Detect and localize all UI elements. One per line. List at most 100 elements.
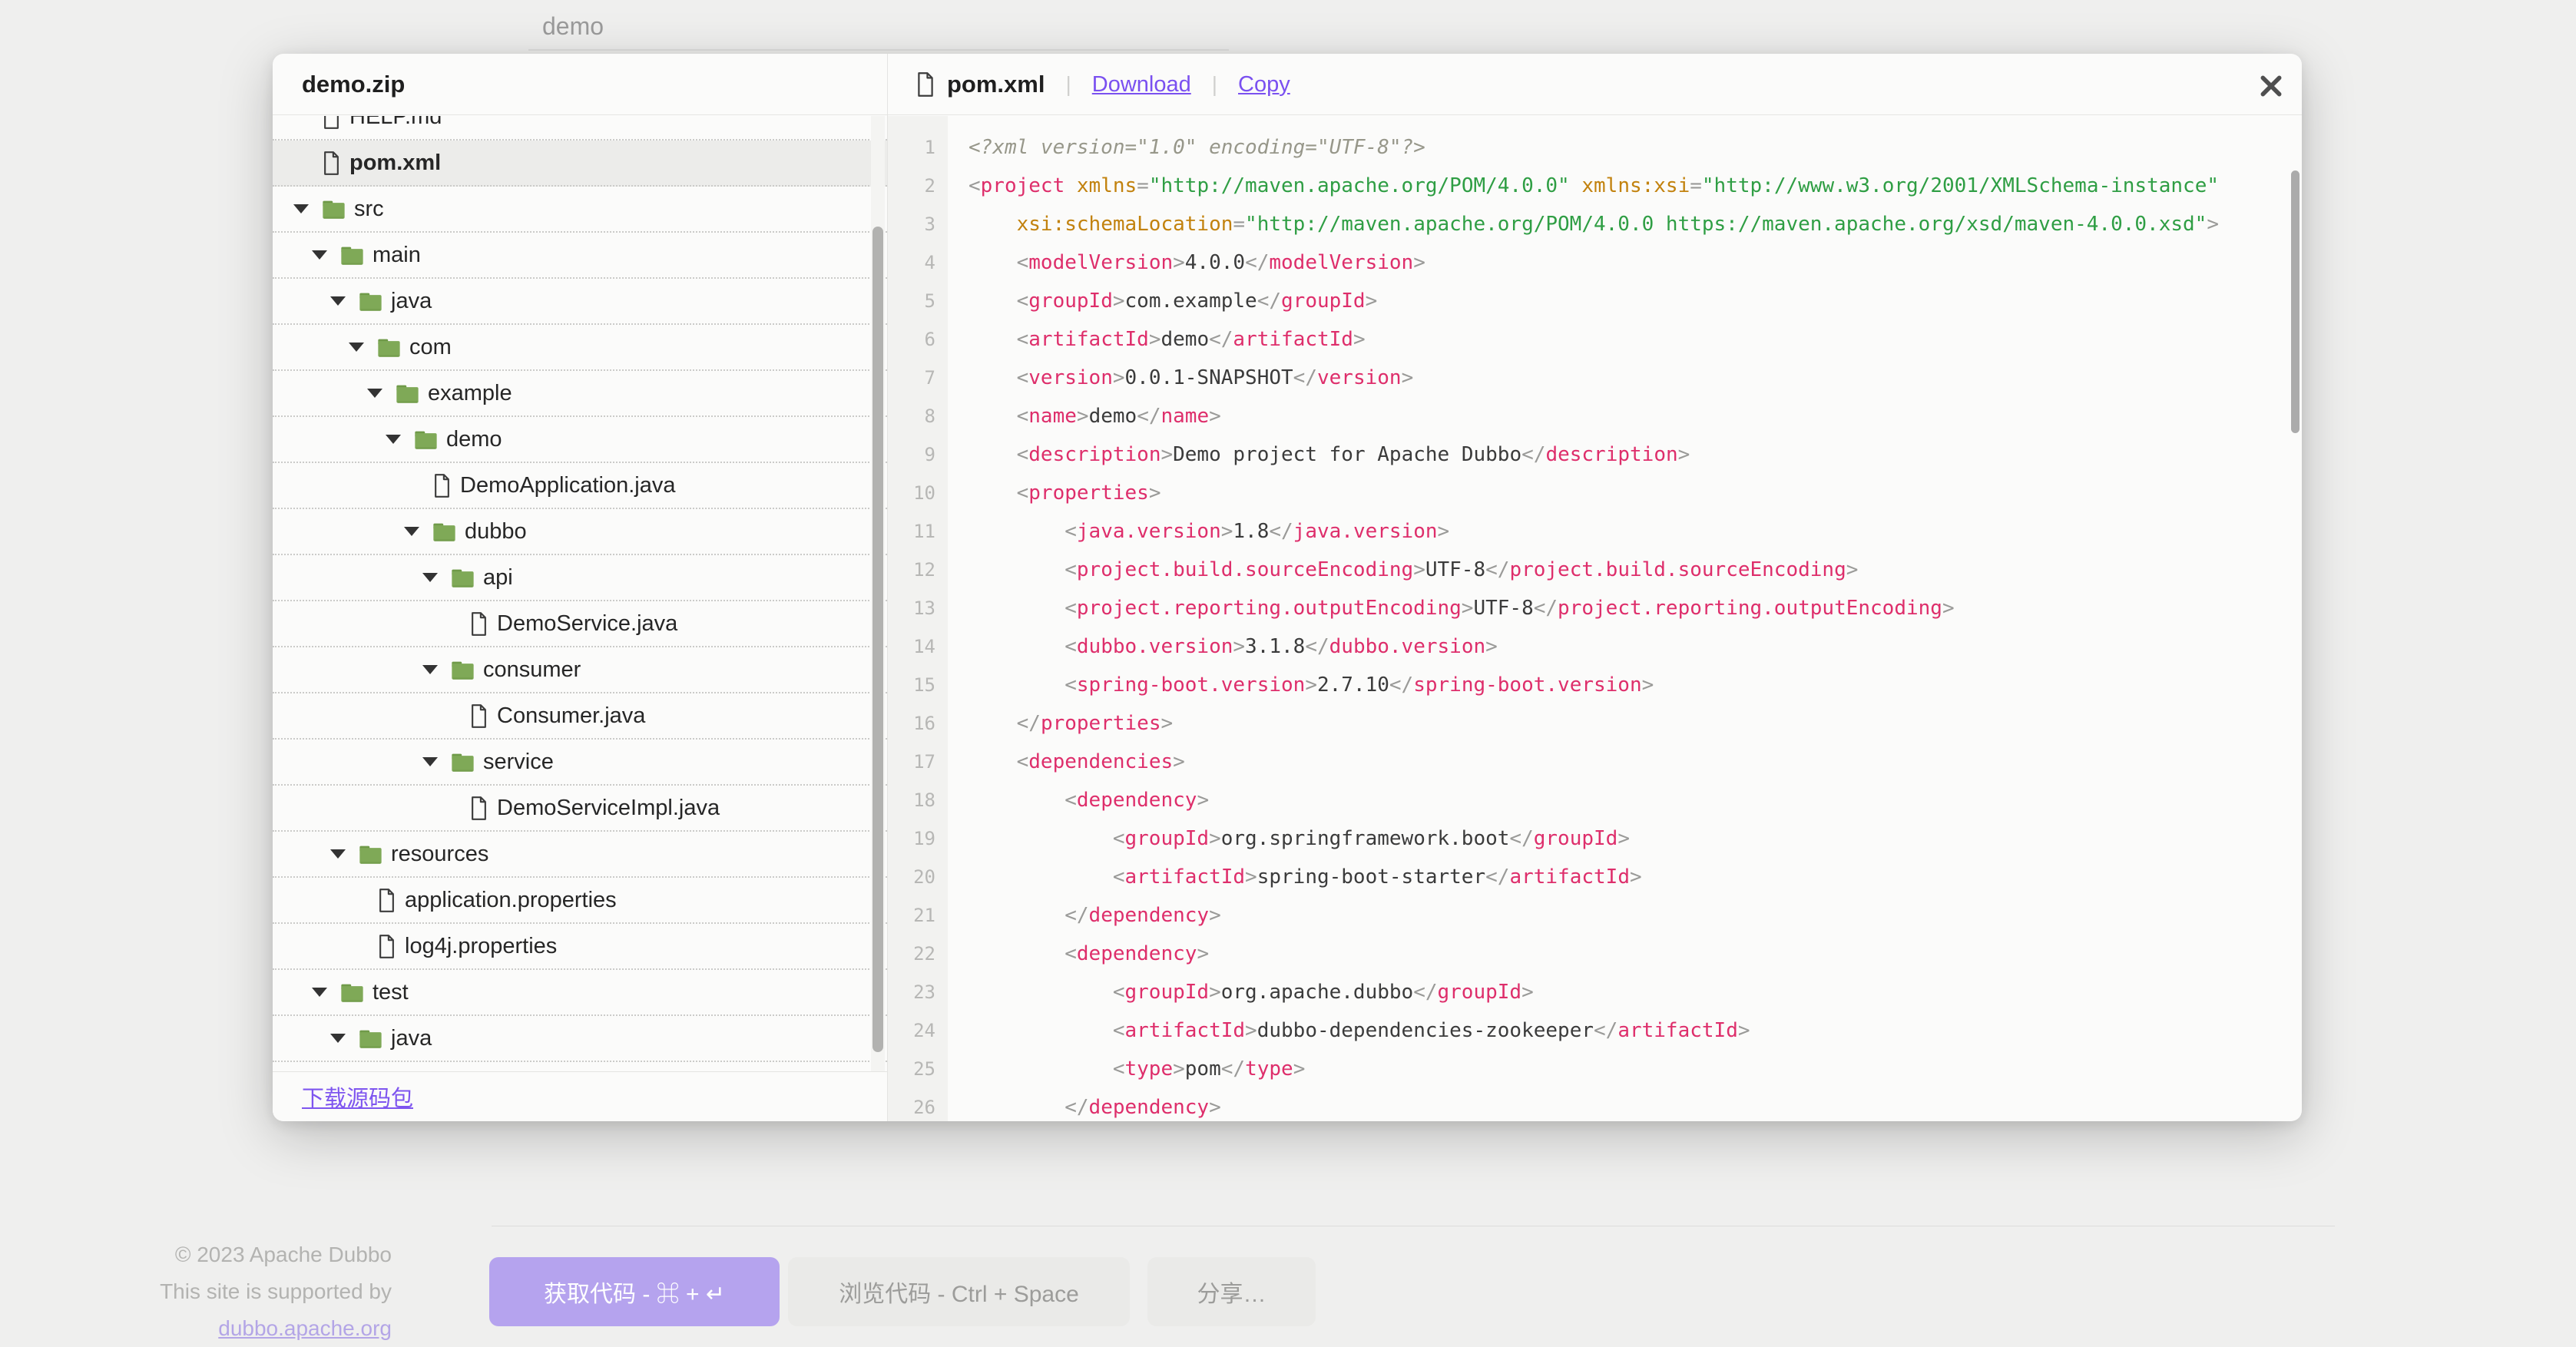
folder-icon	[396, 383, 419, 404]
tree-item-label: test	[372, 980, 409, 1005]
line-number: 16	[888, 704, 948, 743]
folder-icon	[377, 337, 401, 358]
code-line: 20 <artifactId>spring-boot-starter</arti…	[888, 858, 2302, 896]
folder-expand-arrow-icon[interactable]	[326, 1034, 349, 1043]
browse-code-button[interactable]: 浏览代码 - Ctrl + Space	[788, 1257, 1130, 1326]
code-line: 26 </dependency>	[888, 1088, 2302, 1121]
folder-expand-arrow-icon[interactable]	[419, 757, 442, 766]
tree-item-label: java	[391, 1026, 432, 1051]
code-line: 1<?xml version="1.0" encoding="UTF-8"?>	[888, 128, 2302, 167]
line-number: 22	[888, 935, 948, 973]
folder-icon	[451, 752, 475, 773]
tree-scrollbar-thumb[interactable]	[872, 227, 883, 1052]
code-line: 12 <project.build.sourceEncoding>UTF-8</…	[888, 551, 2302, 589]
line-number: 2	[888, 167, 948, 205]
folder-icon	[322, 199, 346, 220]
tree-item[interactable]: demo	[273, 417, 887, 463]
code-line: 2<project xmlns="http://maven.apache.org…	[888, 167, 2302, 205]
folder-expand-arrow-icon[interactable]	[400, 527, 423, 536]
tree-item-label: DemoService.java	[497, 611, 677, 637]
tree-item[interactable]: main	[273, 233, 887, 279]
file-icon	[469, 796, 488, 820]
code-scrollbar-thumb[interactable]	[2291, 170, 2300, 433]
tree-item-label: HELP.md	[349, 116, 442, 130]
code-line: 21 </dependency>	[888, 896, 2302, 935]
code-line: 22 <dependency>	[888, 935, 2302, 973]
code-line-text: <name>demo</name>	[948, 397, 1221, 435]
folder-expand-arrow-icon[interactable]	[363, 389, 386, 398]
folder-expand-arrow-icon[interactable]	[419, 573, 442, 582]
tree-item[interactable]: Consumer.java	[273, 693, 887, 740]
get-code-button[interactable]: 获取代码 - ⌘ + ↵	[489, 1257, 780, 1326]
tree-item[interactable]: test	[273, 970, 887, 1016]
line-number: 24	[888, 1011, 948, 1050]
zip-preview-modal: demo.zip pom.xml | Download | Copy HELP.…	[273, 54, 2302, 1121]
file-icon	[322, 116, 341, 129]
folder-expand-arrow-icon[interactable]	[308, 988, 331, 997]
tree-item[interactable]: consumer	[273, 647, 887, 693]
tree-item[interactable]: resources	[273, 832, 887, 878]
tree-item[interactable]: java	[273, 1016, 887, 1062]
code-line-text: <dubbo.version>3.1.8</dubbo.version>	[948, 627, 1498, 666]
tree-item[interactable]: log4j.properties	[273, 924, 887, 970]
file-icon	[469, 612, 488, 636]
download-source-package-link[interactable]: 下载源码包	[302, 1081, 413, 1113]
tree-item[interactable]: pom.xml	[273, 141, 887, 187]
folder-expand-arrow-icon[interactable]	[419, 665, 442, 674]
supported-by-text: This site is supported by	[115, 1273, 392, 1310]
share-button[interactable]: 分享…	[1147, 1257, 1316, 1326]
tree-item[interactable]: HELP.md	[273, 116, 887, 141]
line-number: 9	[888, 435, 948, 474]
code-line-text: <groupId>org.apache.dubbo</groupId>	[948, 973, 1534, 1011]
folder-expand-arrow-icon[interactable]	[326, 296, 349, 306]
folder-expand-arrow-icon[interactable]	[290, 204, 313, 213]
folder-icon	[451, 568, 475, 588]
file-icon	[432, 474, 452, 498]
tree-item[interactable]: api	[273, 555, 887, 601]
download-link[interactable]: Download	[1092, 72, 1191, 98]
tree-item[interactable]: src	[273, 187, 887, 233]
copy-link[interactable]: Copy	[1238, 72, 1290, 98]
folder-expand-arrow-icon[interactable]	[308, 250, 331, 260]
code-line: 18 <dependency>	[888, 781, 2302, 819]
dubbo-site-link[interactable]: dubbo.apache.org	[218, 1316, 392, 1340]
tree-item[interactable]: service	[273, 740, 887, 786]
tree-item-label: dubbo	[465, 519, 527, 544]
tree-item-label: src	[354, 197, 384, 222]
close-icon[interactable]	[2256, 71, 2286, 101]
code-line: 8 <name>demo</name>	[888, 397, 2302, 435]
code-line-text: <?xml version="1.0" encoding="UTF-8"?>	[948, 128, 1425, 167]
line-number: 15	[888, 666, 948, 704]
code-line-text: <dependency>	[948, 935, 1209, 973]
code-line-text: <modelVersion>4.0.0</modelVersion>	[948, 243, 1425, 282]
tree-item[interactable]: application.properties	[273, 878, 887, 924]
folder-expand-arrow-icon[interactable]	[345, 343, 368, 352]
tree-item[interactable]: example	[273, 371, 887, 417]
line-number: 26	[888, 1088, 948, 1121]
code-line-text: xsi:schemaLocation="http://maven.apache.…	[948, 205, 2219, 243]
code-line-text: </properties>	[948, 704, 1173, 743]
folder-expand-arrow-icon[interactable]	[382, 435, 405, 444]
tree-item[interactable]: DemoService.java	[273, 601, 887, 647]
tree-item[interactable]: com	[273, 325, 887, 371]
line-number: 5	[888, 282, 948, 320]
code-line-text: <version>0.0.1-SNAPSHOT</version>	[948, 359, 1413, 397]
code-line: 13 <project.reporting.outputEncoding>UTF…	[888, 589, 2302, 627]
code-line-text: </dependency>	[948, 1088, 1221, 1121]
code-line-text: <type>pom</type>	[948, 1050, 1305, 1088]
code-line-text: <artifactId>dubbo-dependencies-zookeeper…	[948, 1011, 1750, 1050]
line-number: 7	[888, 359, 948, 397]
folder-icon	[359, 1028, 382, 1049]
folder-expand-arrow-icon[interactable]	[326, 849, 349, 859]
folder-icon	[340, 245, 364, 266]
tree-item-label: service	[483, 750, 554, 775]
tree-item-label: resources	[391, 842, 488, 867]
code-line: 23 <groupId>org.apache.dubbo</groupId>	[888, 973, 2302, 1011]
tree-item[interactable]: DemoApplication.java	[273, 463, 887, 509]
tree-item[interactable]: dubbo	[273, 509, 887, 555]
tree-item-label: application.properties	[405, 888, 617, 913]
tree-item[interactable]: DemoServiceImpl.java	[273, 786, 887, 832]
tree-item[interactable]: java	[273, 279, 887, 325]
tree-item-label: log4j.properties	[405, 934, 557, 959]
line-number: 23	[888, 973, 948, 1011]
